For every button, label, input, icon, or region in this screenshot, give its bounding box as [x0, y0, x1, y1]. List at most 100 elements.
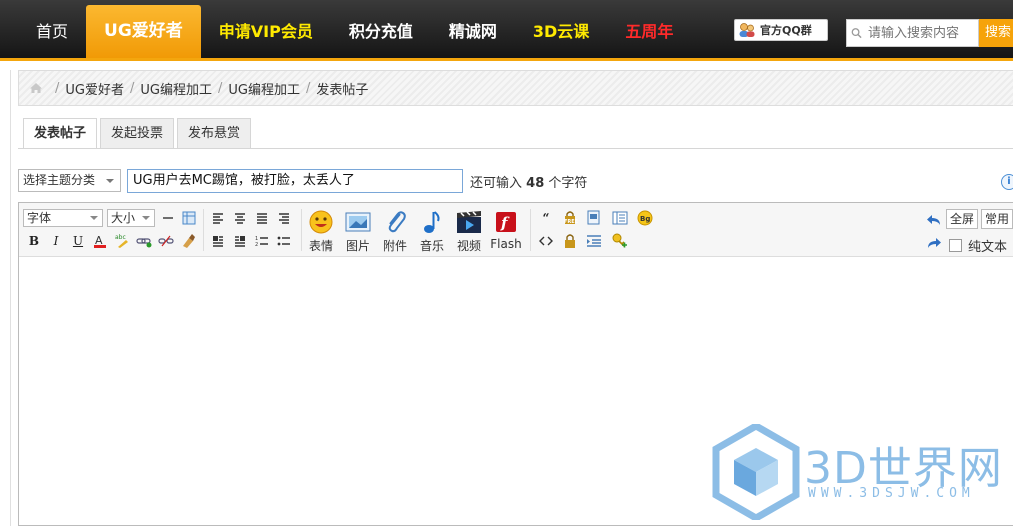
breadcrumb-separator: / [217, 80, 223, 96]
chevron-down-icon [142, 216, 150, 220]
char-remaining-suffix: 个字符 [548, 176, 588, 191]
music-note-icon [424, 211, 440, 233]
page-left-border [10, 70, 11, 526]
search-button[interactable]: 搜索 [979, 19, 1013, 47]
flash-icon: f [496, 212, 516, 232]
fullscreen-button[interactable]: 全屏 [946, 209, 979, 229]
align-right-icon[interactable] [275, 209, 293, 227]
insert-attachment-label: 附件 [382, 239, 407, 253]
search-field[interactable] [846, 19, 979, 47]
nav-item-anniversary[interactable]: 五周年 [607, 5, 691, 58]
tab-poll[interactable]: 发起投票 [100, 118, 175, 148]
toolbar-divider [530, 209, 531, 251]
align-justify-icon[interactable] [253, 209, 271, 227]
ordered-list-icon[interactable]: 12 [253, 232, 271, 250]
font-family-select[interactable]: 字体 [23, 209, 103, 227]
lock-icon[interactable] [561, 232, 579, 250]
breadcrumb-item[interactable]: UG爱好者 [65, 79, 124, 98]
info-icon[interactable]: i [1001, 174, 1013, 190]
code-block-icon[interactable] [585, 209, 603, 227]
float-right-icon[interactable] [231, 232, 249, 250]
quote-icon[interactable]: “ [537, 209, 555, 227]
category-select-value: 选择主题分类 [23, 173, 96, 187]
insert-video-button[interactable]: 视频 [451, 209, 487, 254]
plain-text-label: 纯文本 [968, 240, 1008, 255]
align-center-icon[interactable] [231, 209, 249, 227]
nav-item-recharge[interactable]: 积分充值 [331, 5, 431, 58]
unlink-icon[interactable] [157, 232, 175, 250]
insert-video-label: 视频 [456, 239, 481, 253]
font-color-icon[interactable]: A [91, 232, 109, 250]
underline-icon[interactable]: U [69, 232, 87, 250]
subject-input[interactable]: UG用户去MC踢馆，被打脸，太丢人了 [127, 169, 463, 193]
insert-music-button[interactable]: 音乐 [414, 209, 450, 254]
nav-item-jingcheng[interactable]: 精诚网 [431, 5, 515, 58]
breadcrumb-item[interactable]: UG编程加工 [140, 79, 212, 98]
search-icon [851, 28, 862, 39]
insert-flash-label: Flash [490, 237, 522, 251]
nav-item-home[interactable]: 首页 [0, 5, 86, 58]
svg-text:Bg: Bg [640, 215, 650, 223]
search-box: 搜索 [846, 19, 1013, 47]
nav-item-3d-cloud[interactable]: 3D云课 [515, 5, 607, 58]
horizontal-rule-icon[interactable] [159, 209, 177, 227]
plain-text-checkbox[interactable] [949, 239, 962, 252]
users-icon [739, 23, 755, 37]
editor-toolbar: 字体 大小 B I U A abc 1 2 表情 图片 附件 音乐 视频 f F… [19, 203, 1013, 257]
nav-item-vip[interactable]: 申请VIP会员 [201, 5, 331, 58]
svg-text:abc: abc [115, 234, 126, 241]
chevron-down-icon [90, 216, 98, 220]
insert-image-button[interactable]: 图片 [340, 209, 376, 254]
toolbar-divider [301, 209, 302, 251]
float-left-icon[interactable] [209, 232, 227, 250]
insert-attachment-button[interactable]: 附件 [377, 209, 413, 254]
link-icon[interactable] [135, 232, 153, 250]
redo-icon[interactable] [925, 234, 943, 252]
layout-icon[interactable] [611, 209, 629, 227]
svg-text:FREE: FREE [564, 219, 578, 225]
video-icon [457, 211, 481, 233]
breadcrumb-separator: / [305, 80, 311, 96]
free-content-icon[interactable]: FREE [561, 209, 579, 227]
watermark: 3D世界网 WWW.3DSJW.COM [712, 424, 1012, 524]
table-icon[interactable] [180, 209, 198, 227]
clear-format-icon[interactable] [179, 232, 197, 250]
insert-smiley-button[interactable]: 表情 [303, 209, 339, 254]
italic-icon[interactable]: I [47, 232, 65, 250]
common-button[interactable]: 常用 [981, 209, 1013, 229]
unordered-list-icon[interactable] [275, 232, 293, 250]
paperclip-icon [388, 211, 406, 233]
toolbar-divider [203, 209, 204, 251]
breadcrumb-item[interactable]: UG编程加工 [228, 79, 300, 98]
top-nav-bar: 首页 UG爱好者 申请VIP会员 积分充值 精诚网 3D云课 五周年 官方QQ群… [0, 0, 1013, 61]
char-remaining: 还可输入 48 个字符 [470, 172, 587, 191]
undo-icon[interactable] [925, 211, 943, 229]
tab-new-post[interactable]: 发表帖子 [23, 118, 98, 149]
insert-music-label: 音乐 [419, 239, 444, 253]
password-key-icon[interactable] [611, 232, 629, 250]
bold-icon[interactable]: B [25, 232, 43, 250]
qq-group-button[interactable]: 官方QQ群 [734, 19, 828, 41]
font-size-select[interactable]: 大小 [107, 209, 155, 227]
plain-text-toggle[interactable]: 纯文本 [949, 236, 1007, 255]
insert-smiley-label: 表情 [308, 239, 333, 253]
cube-logo-icon [712, 424, 800, 520]
font-size-select-value: 大小 [111, 211, 136, 225]
highlight-icon[interactable]: abc [113, 232, 131, 250]
home-icon[interactable] [29, 82, 43, 94]
align-left-icon[interactable] [209, 209, 227, 227]
image-icon [345, 212, 371, 232]
font-family-select-value: 字体 [27, 211, 52, 225]
insert-flash-button[interactable]: f Flash [488, 209, 524, 251]
code-icon[interactable] [537, 232, 555, 250]
smiley-icon [309, 210, 333, 234]
indent-icon[interactable] [585, 232, 603, 250]
tab-reward[interactable]: 发布悬赏 [177, 118, 252, 148]
breadcrumb-current: 发表帖子 [316, 82, 369, 98]
search-input[interactable] [866, 24, 978, 42]
main-nav: 首页 UG爱好者 申请VIP会员 积分充值 精诚网 3D云课 五周年 [0, 5, 691, 58]
svg-text:2: 2 [255, 242, 258, 247]
nav-item-ug-fans[interactable]: UG爱好者 [86, 5, 201, 58]
category-select[interactable]: 选择主题分类 [18, 169, 121, 192]
background-icon[interactable]: Bg [636, 209, 654, 227]
